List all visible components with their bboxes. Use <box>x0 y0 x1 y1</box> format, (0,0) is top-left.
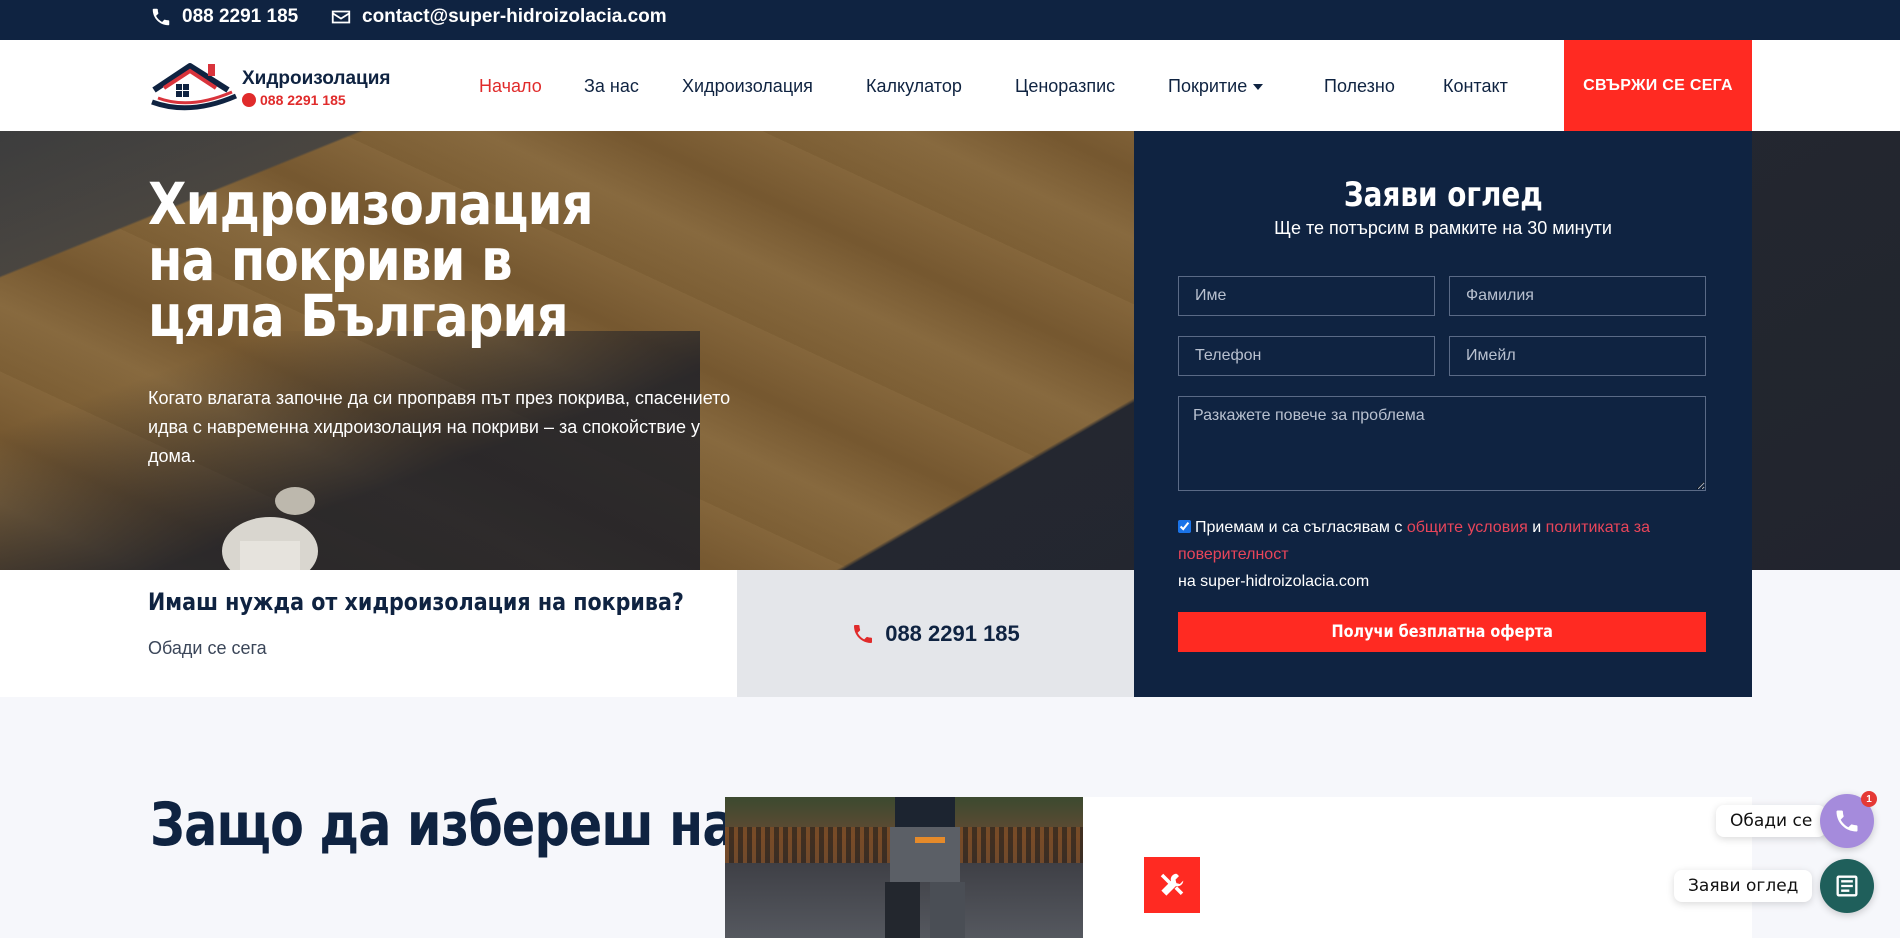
nav-item-contact[interactable]: Контакт <box>1443 76 1508 97</box>
email-input[interactable] <box>1449 336 1706 376</box>
topbar-phone-text: 088 2291 185 <box>182 6 299 27</box>
nav-item-label: Начало <box>479 76 542 96</box>
logo-phone-text: 088 2291 185 <box>260 92 346 108</box>
roofer-photo <box>725 797 1083 938</box>
worker-image <box>222 487 318 570</box>
nav-item-label: За нас <box>584 76 639 96</box>
consent-checkbox[interactable] <box>1178 520 1191 533</box>
notification-badge: 1 <box>1861 791 1877 807</box>
nav-item-calculator[interactable]: Калкулатор <box>866 76 962 97</box>
logo-phone: 088 2291 185 <box>242 92 346 108</box>
phone-icon <box>152 8 170 26</box>
consent-and: и <box>1532 519 1542 536</box>
last-name-input[interactable] <box>1449 276 1706 316</box>
phone-icon <box>854 624 873 643</box>
nav-item-home[interactable]: Начало <box>479 76 542 97</box>
chevron-down-icon <box>1253 83 1264 90</box>
phone-icon <box>1836 810 1858 832</box>
topbar-email-text: contact@super-hidroizolacia.com <box>362 6 667 27</box>
nav-item-useful[interactable]: Полезно <box>1324 76 1395 97</box>
nav-item-about[interactable]: За нас <box>584 76 639 97</box>
topbar-phone[interactable]: 088 2291 185 <box>150 0 298 34</box>
hero-text: Когато влагата започне да си проправя пъ… <box>148 388 731 466</box>
nav-item-label: Контакт <box>1443 76 1508 96</box>
form-title: Заяви оглед <box>1134 175 1752 215</box>
nav-item-label: Покритие <box>1168 76 1248 96</box>
house-logo-icon <box>151 63 237 111</box>
phone-input[interactable] <box>1178 336 1435 376</box>
nav-item-label: Калкулатор <box>866 76 962 96</box>
call-strip-subtitle: Обади се сега <box>148 638 267 658</box>
consent-suffix: на super-hidroizolacia.com <box>1178 573 1370 590</box>
call-strip-phone-button[interactable]: 088 2291 185 <box>737 570 1134 697</box>
roofer-figure <box>885 797 965 938</box>
nav-item-pricelist[interactable]: Ценоразпис <box>1015 76 1115 97</box>
request-widget-label[interactable]: Заяви оглед <box>1674 870 1813 902</box>
wrench-screwdriver-icon <box>1160 873 1184 896</box>
site-logo[interactable]: Хидроизолация 088 2291 185 <box>150 60 400 112</box>
topbar-email[interactable]: contact@super-hidroizolacia.com <box>330 0 667 34</box>
nav-item-label: Полезно <box>1324 76 1395 96</box>
consent-block: Приемам и са съгласявам с общите условия… <box>1178 514 1718 595</box>
why-us-title: Защо да избереш нас? <box>150 790 792 860</box>
inspection-form: Заяви оглед Ще те потърсим в рамките на … <box>1134 131 1752 697</box>
first-name-input[interactable] <box>1178 276 1435 316</box>
terms-link[interactable]: общите условия <box>1407 519 1528 536</box>
nav-item-label: Хидроизолация <box>682 76 813 96</box>
hero-title: Хидроизолация на покриви в цяла България <box>148 170 594 350</box>
site-header: Хидроизолация 088 2291 185 Начало За нас… <box>0 40 1900 131</box>
message-textarea[interactable] <box>1178 396 1706 491</box>
request-widget-button[interactable] <box>1820 859 1874 913</box>
form-icon <box>1836 875 1858 897</box>
get-free-offer-button[interactable]: Получи безплатна оферта <box>1178 612 1706 652</box>
envelope-icon <box>331 10 351 24</box>
phone-dot-icon <box>242 93 256 107</box>
form-subtitle: Ще те потърсим в рамките на 30 минути <box>1274 218 1612 238</box>
nav-item-label: Ценоразпис <box>1015 76 1116 96</box>
nav-item-waterproofing[interactable]: Хидроизолация <box>682 76 813 97</box>
form-title-text: Заяви оглед <box>1343 175 1543 215</box>
top-bar: 088 2291 185 contact@super-hidroizolacia… <box>0 0 1900 40</box>
consent-prefix: Приемам и са съгласявам с <box>1195 519 1403 536</box>
call-strip-phone-text: 088 2291 185 <box>885 620 1020 646</box>
contact-now-button[interactable]: СВЪРЖИ СЕ СЕГА <box>1564 40 1752 131</box>
call-strip-title: Имаш нужда от хидроизолация на покрива? <box>148 588 684 616</box>
call-widget-label[interactable]: Обади се <box>1716 805 1827 837</box>
tools-icon <box>1144 857 1200 913</box>
logo-name: Хидроизолация <box>242 68 391 89</box>
nav-item-coverage[interactable]: Покритие <box>1168 76 1264 97</box>
submit-label: Получи безплатна оферта <box>1331 622 1553 642</box>
